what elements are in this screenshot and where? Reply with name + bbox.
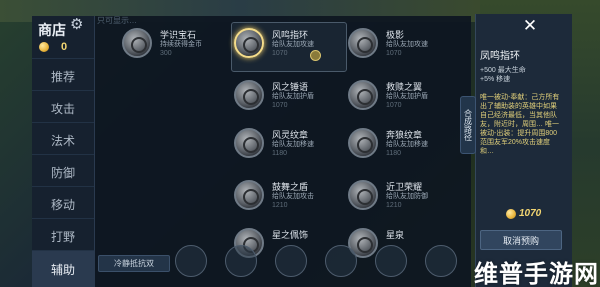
item-price: 1070 [386,50,402,57]
item-desc: 给队友加护盾 [272,93,314,100]
sidebar-item-support[interactable]: 辅助 [32,250,94,287]
equip-slot[interactable] [375,245,407,277]
equip-slot[interactable] [225,245,257,277]
sidebar-item-attack[interactable]: 攻击 [32,90,94,125]
hammer-icon [234,80,264,110]
equip-slot[interactable] [175,245,207,277]
item-desc: 给队友加攻击 [272,193,314,200]
shop-item-shield[interactable]: 鼓舞之盾 给队友加攻击 1210 [234,178,352,216]
emblem-icon [234,128,264,158]
game-screen: 商店 ⚙ 0 推荐 攻击 法术 防御 移动 打野 辅助 只可显示… 学识宝石 持… [0,0,600,287]
item-name: 星泉 [386,230,405,240]
detail-price-value: 1070 [519,208,542,219]
shop-item-ring[interactable]: 风鸣指环 给队友加攻速 1070 [234,26,352,64]
shop-item-gem[interactable]: 学识宝石 持续获得金币 300 [122,26,240,64]
item-desc: 给队友加防御 [386,193,428,200]
wing-icon [348,80,378,110]
equip-slot[interactable] [325,245,357,277]
item-desc: 给队友加攻速 [386,41,428,48]
shadow-icon [348,28,378,58]
item-price: 300 [160,50,172,57]
sidebar-item-movement[interactable]: 移动 [32,186,94,221]
coin-icon [506,208,516,219]
item-desc: 给队友加移速 [386,141,428,148]
sidebar-item-recommended[interactable]: 推荐 [32,58,94,93]
detail-stat: +5% 移速 [480,76,511,83]
equip-slot[interactable] [275,245,307,277]
shield-icon [234,180,264,210]
shop-title: 商店 [38,22,66,38]
shop-item-emblem[interactable]: 风灵纹章 给队友加移速 1180 [234,126,352,164]
coin-amount: 0 [61,41,68,53]
coin-display: 0 [39,40,67,54]
item-price: 1180 [272,150,288,157]
crown-icon [348,180,378,210]
sidebar-item-jungle[interactable]: 打野 [32,218,94,253]
item-price: 1070 [272,102,288,109]
sidebar-item-magic[interactable]: 法术 [32,122,94,157]
wolf-icon [348,128,378,158]
detail-passive: 唯一被动-奉献：己方所有出了辅助装的英雄中如果自己经济最低，当其他队友，附近时，… [480,94,560,155]
item-price: 1180 [386,150,402,157]
gem-icon [122,28,152,58]
item-desc: 给队友加移速 [272,141,314,148]
item-price: 1070 [386,102,402,109]
shop-item-wing[interactable]: 救赎之翼 给队友加护盾 1070 [348,78,466,116]
detail-stats: +500 最大生命 +5% 移速 [480,66,526,84]
build-path-tab[interactable]: 合成路径 [460,96,476,154]
shop-item-wolf[interactable]: 奔狼纹章 给队友加移速 1180 [348,126,466,164]
cancel-preorder-button[interactable]: 取消预购 [480,230,562,250]
item-price: 1210 [386,202,402,209]
item-desc: 持续获得金币 [160,41,202,48]
close-icon[interactable]: ✕ [520,16,540,36]
combo-button[interactable]: 冷静抵抗双 [98,255,170,272]
detail-title: 凤鸣指环 [480,51,520,62]
item-price: 1210 [272,202,288,209]
shop-item-shadow[interactable]: 极影 给队友加攻速 1070 [348,26,466,64]
shop-item-crown[interactable]: 近卫荣耀 给队友加防御 1210 [348,178,466,216]
shop-item-hammer[interactable]: 风之锤语 给队友加护盾 1070 [234,78,352,116]
list-header-hint: 只可显示… [97,16,137,25]
coin-icon [39,42,49,52]
watermark: 维普手游网 [474,261,599,287]
equip-slot[interactable] [425,245,457,277]
preorder-mark-icon [310,50,321,61]
item-price: 1070 [272,50,288,57]
item-desc: 给队友加攻速 [272,41,314,48]
item-desc: 给队友加护盾 [386,93,428,100]
detail-price: 1070 [506,208,541,219]
sidebar-item-defense[interactable]: 防御 [32,154,94,189]
item-name: 星之佩饰 [272,230,309,240]
ring-icon [234,28,264,58]
gear-icon[interactable]: ⚙ [70,17,86,33]
detail-stat: +500 最大生命 [480,67,526,74]
